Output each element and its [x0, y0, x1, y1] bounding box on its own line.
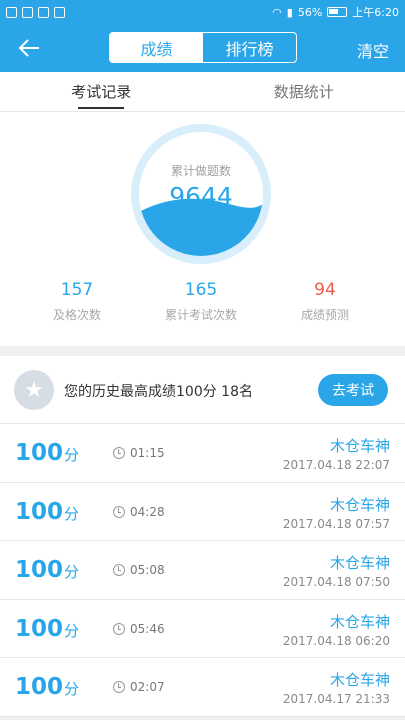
tab-leaderboard[interactable]: 排行榜 [203, 33, 296, 62]
gauge-label: 累计做题数 [170, 164, 231, 178]
app-icon [6, 6, 17, 18]
arrow-left-icon[interactable] [14, 34, 44, 62]
record-row[interactable]: 100分 04:28 木仓车神 2017.04.18 07:57 [0, 482, 405, 542]
record-user: 木仓车神 [329, 495, 390, 514]
wifi-icon: ◠ [272, 5, 282, 19]
record-row[interactable]: 100分 05:46 木仓车神 2017.04.18 06:20 [0, 599, 405, 659]
metric-passed: 157 及格次数 [17, 280, 137, 323]
image-icon [38, 6, 49, 18]
record-row[interactable]: 100分 01:15 木仓车神 2017.04.18 22:07 [0, 424, 405, 483]
clock-icon [113, 564, 125, 577]
record-user: 木仓车神 [329, 671, 390, 690]
metric-value: 157 [60, 280, 94, 300]
clock-icon [113, 622, 125, 635]
record-date: 2017.04.18 22:07 [282, 458, 390, 472]
stats-panel: 累计做题数 9644 157 及格次数 165 累计考试次数 94 成绩预测 [0, 112, 405, 346]
notification-icons [6, 6, 65, 18]
record-date: 2017.04.18 07:57 [282, 516, 390, 531]
system-indicators: ◠ ▮ 56% 上午6:20 [272, 4, 399, 20]
record-score: 100分 [15, 440, 80, 466]
tab-exam-records[interactable]: 考试记录 [0, 72, 203, 111]
clock-icon [113, 681, 125, 694]
status-bar: ◠ ▮ 56% 上午6:20 [0, 0, 405, 24]
record-score: 100分 [15, 498, 80, 525]
record-score: 100分 [15, 557, 80, 584]
best-score-banner: ★ 您的历史最高成绩100分 18名 去考试 [0, 356, 405, 424]
record-score: 100分 [15, 674, 80, 701]
tab-scores[interactable]: 成绩 [110, 33, 203, 62]
record-date: 2017.04.18 07:50 [282, 575, 390, 590]
metric-label: 成绩预测 [300, 308, 349, 322]
battery-icon [327, 7, 348, 17]
clock-time: 上午6:20 [352, 6, 399, 19]
metric-value: 165 [184, 280, 218, 300]
records-list: 100分 01:15 木仓车神 2017.04.18 22:07 100分 04… [0, 424, 405, 717]
record-row[interactable]: 100分 02:07 木仓车神 2017.04.17 21:33 [0, 658, 405, 717]
rank-badge-icon: ★ [14, 370, 54, 410]
record-duration: 01:15 [130, 446, 165, 460]
progress-gauge: 累计做题数 9644 [131, 124, 271, 264]
metric-value: 94 [314, 280, 336, 300]
record-duration: 05:46 [130, 621, 165, 636]
metric-label: 累计考试次数 [164, 308, 237, 322]
record-row[interactable]: 100分 05:08 木仓车神 2017.04.18 07:50 [0, 541, 405, 600]
record-user: 木仓车神 [329, 612, 390, 631]
grid-icon [22, 6, 33, 18]
gauge-value: 9644 [169, 182, 233, 211]
sub-tabs: 考试记录 数据统计 [0, 72, 405, 112]
clock-icon [113, 505, 125, 518]
record-duration: 02:07 [130, 680, 165, 695]
signal-icon: ▮ [286, 5, 293, 19]
battery-percent: 56% [297, 5, 323, 19]
take-exam-button[interactable]: 去考试 [318, 374, 388, 406]
metric-total-exams: 165 累计考试次数 [141, 280, 261, 323]
segment-control: 成绩 排行榜 [109, 32, 297, 63]
metric-label: 及格次数 [52, 308, 101, 322]
best-score-text: 您的历史最高成绩100分 18名 [64, 384, 253, 400]
record-duration: 04:28 [130, 504, 165, 519]
clock-icon [113, 447, 125, 459]
record-date: 2017.04.17 21:33 [282, 692, 390, 707]
record-duration: 05:08 [130, 563, 165, 578]
metric-prediction: 94 成绩预测 [265, 280, 385, 323]
record-user: 木仓车神 [329, 554, 390, 573]
clear-button[interactable]: 清空 [357, 38, 389, 62]
record-date: 2017.04.18 06:20 [282, 633, 390, 648]
tab-data-stats[interactable]: 数据统计 [203, 72, 405, 111]
top-nav: 成绩 排行榜 清空 [0, 24, 405, 72]
phone-icon [54, 6, 65, 18]
record-score: 100分 [15, 615, 80, 642]
record-user: 木仓车神 [329, 437, 390, 455]
